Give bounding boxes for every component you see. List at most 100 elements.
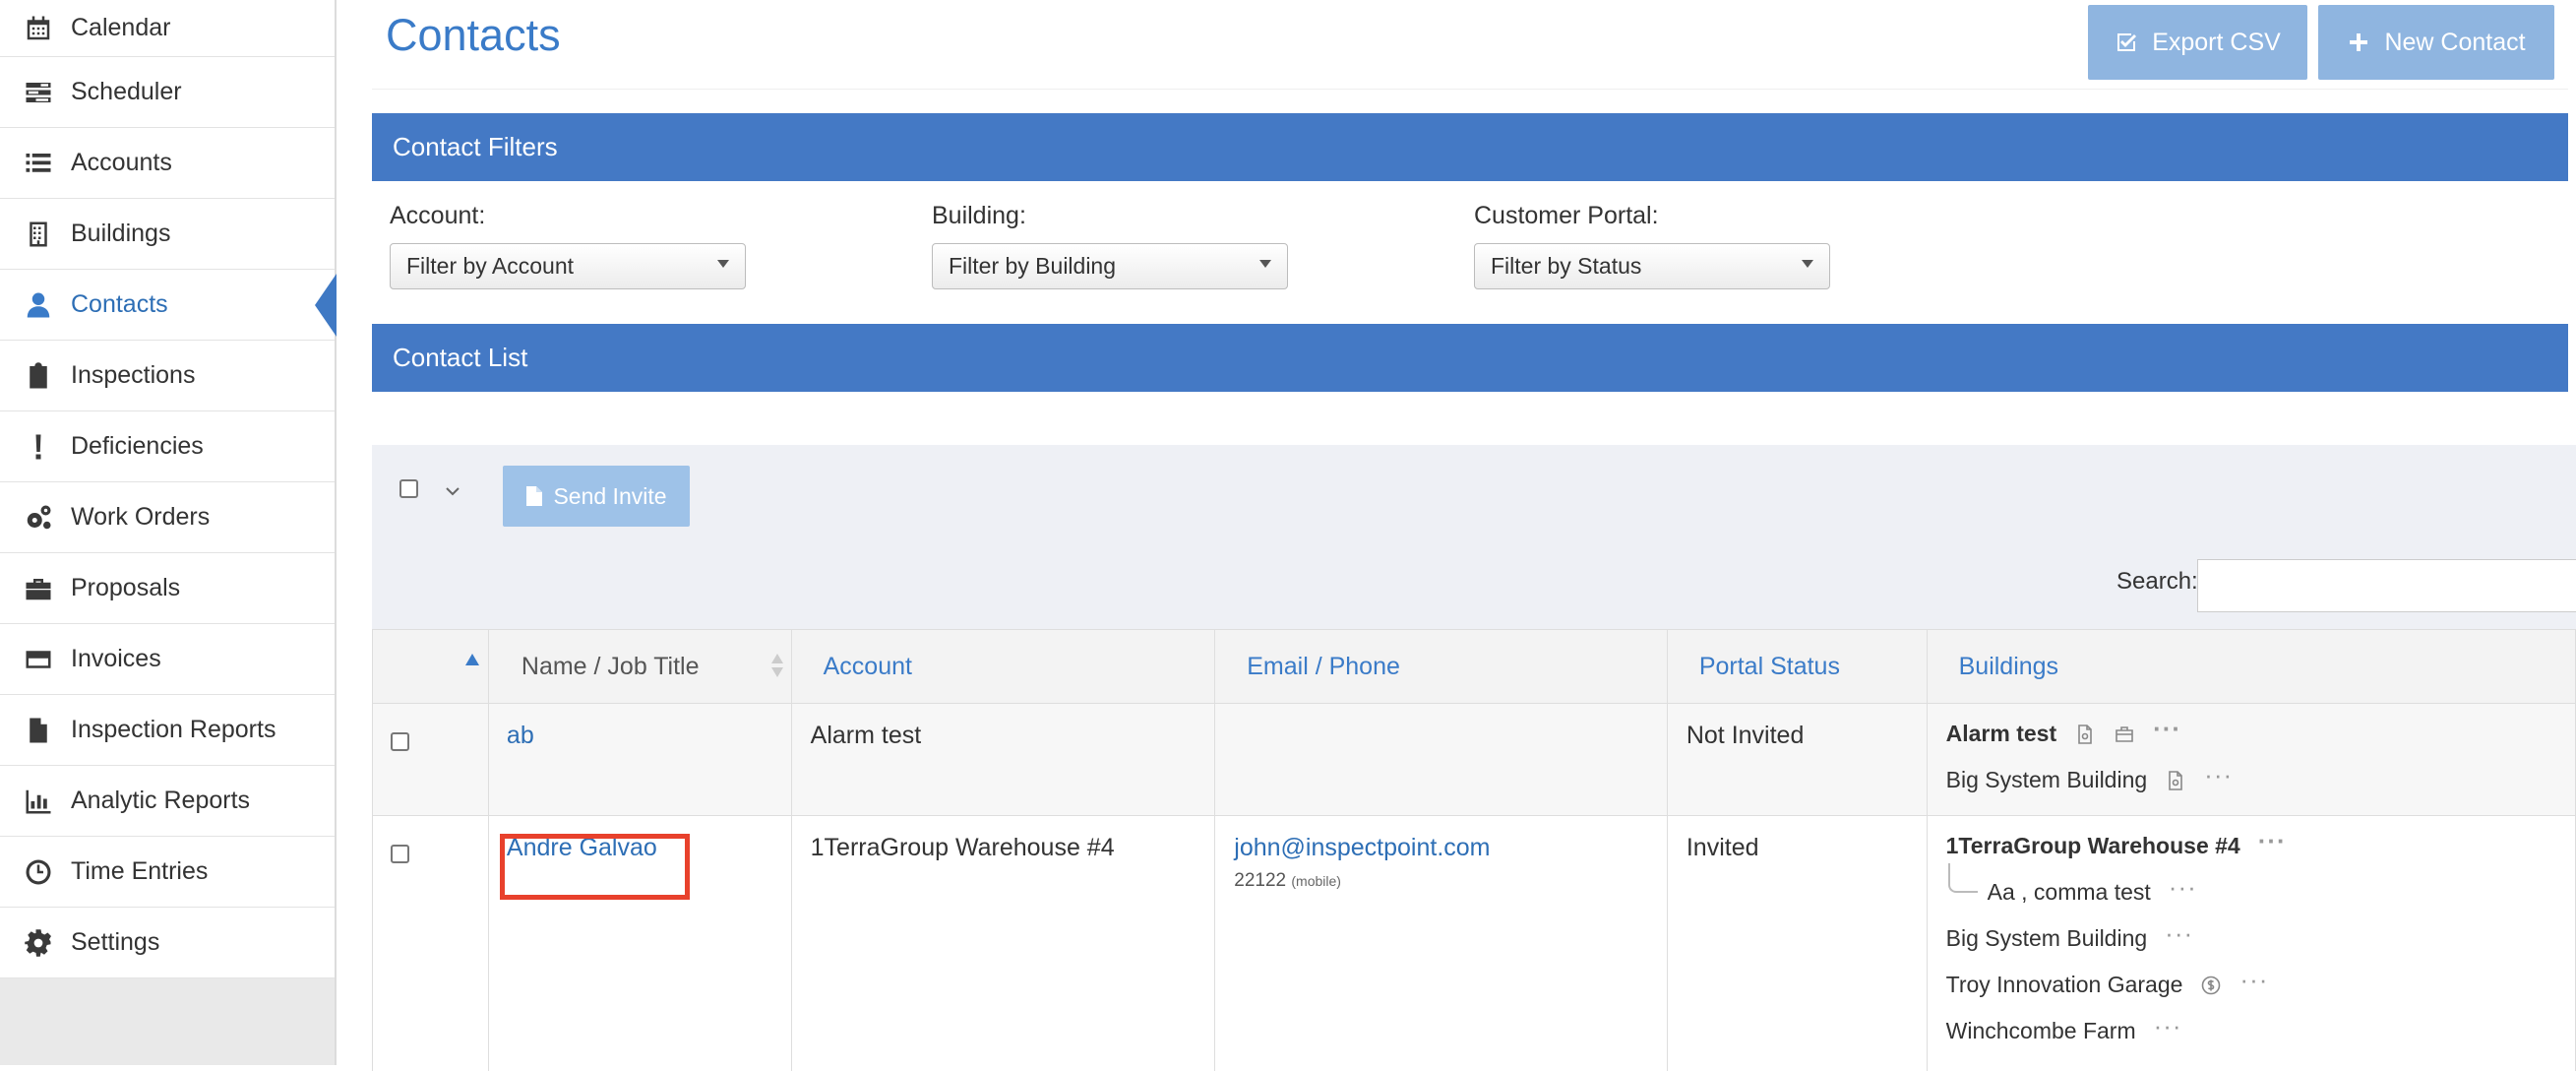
briefcase-icon — [22, 572, 55, 605]
document-icon[interactable] — [2165, 770, 2186, 791]
sidebar-item-label: Scheduler — [71, 78, 182, 105]
sidebar-item-label: Buildings — [71, 220, 171, 247]
sidebar-item-time-entries[interactable]: Time Entries — [0, 837, 335, 908]
more-options-icon[interactable]: ··· — [2154, 1013, 2182, 1039]
sidebar-item-buildings[interactable]: Buildings — [0, 199, 335, 270]
building-name[interactable]: Alarm test — [1946, 721, 2056, 747]
new-contact-button[interactable]: New Contact — [2318, 5, 2554, 80]
sidebar-item-deficiencies[interactable]: Deficiencies — [0, 411, 335, 482]
page-title: Contacts — [386, 10, 561, 60]
document-icon[interactable] — [2074, 724, 2096, 745]
send-invite-label: Send Invite — [553, 482, 667, 509]
sidebar-item-label: Time Entries — [71, 857, 209, 885]
more-options-icon[interactable]: ··· — [2258, 828, 2287, 853]
row-checkbox[interactable] — [391, 732, 409, 751]
portal-filter: Customer Portal: Filter by Status — [1474, 202, 1830, 289]
contact-email-link[interactable]: john@inspectpoint.com — [1234, 834, 1649, 862]
building-entry: Aa , comma test ··· — [1946, 863, 2557, 915]
new-contact-label: New Contact — [2384, 28, 2526, 56]
sidebar-item-label: Contacts — [71, 290, 168, 318]
sidebar-item-calendar[interactable]: Calendar — [0, 0, 335, 57]
contact-phone: 22122 (mobile) — [1234, 870, 1649, 892]
calendar-icon — [22, 12, 55, 45]
search-label: Search: — [2116, 568, 2198, 595]
document-icon — [526, 486, 543, 506]
sidebar-item-scheduler[interactable]: Scheduler — [0, 57, 335, 128]
building-name[interactable]: 1TerraGroup Warehouse #4 — [1946, 833, 2240, 859]
sidebar-item-label: Deficiencies — [71, 432, 204, 460]
building-filter-value: Filter by Building — [949, 253, 1117, 279]
building-name[interactable]: Big System Building — [1946, 767, 2148, 793]
sidebar-item-inspections[interactable]: Inspections — [0, 341, 335, 411]
building-entry: Alarm test ··· — [1946, 711, 2557, 757]
building-icon — [22, 218, 55, 251]
select-column-header[interactable] — [373, 630, 489, 703]
building-name[interactable]: Troy Innovation Garage — [1946, 972, 2183, 998]
title-divider — [372, 89, 2568, 90]
table-row: ab Alarm test Not Invited Alarm test ···… — [373, 703, 2575, 815]
building-filter-label: Building: — [932, 202, 1026, 229]
chevron-down-icon[interactable] — [445, 484, 460, 496]
building-name[interactable]: Big System Building — [1946, 925, 2148, 952]
dollar-icon[interactable] — [2200, 975, 2222, 996]
credit-card-icon — [22, 643, 55, 676]
sidebar-item-analytic-reports[interactable]: Analytic Reports — [0, 766, 335, 837]
sidebar-item-inspection-reports[interactable]: Inspection Reports — [0, 695, 335, 766]
sidebar-item-work-orders[interactable]: Work Orders — [0, 482, 335, 553]
building-entry: Winchcombe Farm ··· — [1946, 1008, 2557, 1054]
column-header-email-phone[interactable]: Email / Phone — [1215, 630, 1668, 703]
more-options-icon[interactable]: ··· — [2204, 762, 2233, 788]
sidebar-item-contacts[interactable]: Contacts — [0, 270, 337, 341]
name-cell: Andre Galvao — [489, 816, 792, 1071]
sidebar-item-invoices[interactable]: Invoices — [0, 624, 335, 695]
briefcase-icon[interactable] — [2114, 724, 2135, 745]
account-cell: 1TerraGroup Warehouse #4 — [792, 816, 1216, 1071]
search-input[interactable] — [2197, 559, 2576, 612]
more-options-icon[interactable]: ··· — [2165, 920, 2193, 946]
sidebar-item-settings[interactable]: Settings — [0, 908, 335, 978]
building-filter-select[interactable]: Filter by Building — [932, 243, 1288, 289]
contact-filters-header: Contact Filters — [372, 113, 2568, 181]
building-name[interactable]: Winchcombe Farm — [1946, 1018, 2136, 1044]
more-options-icon[interactable]: ··· — [2239, 967, 2268, 992]
column-header-buildings[interactable]: Buildings — [1928, 630, 2575, 703]
building-name[interactable]: Aa , comma test — [1988, 879, 2151, 906]
checkbox-icon — [2117, 33, 2137, 51]
select-all-checkbox[interactable] — [399, 479, 418, 498]
gears-icon — [22, 501, 55, 535]
dropdown-arrow-icon — [1259, 260, 1271, 268]
column-header-account[interactable]: Account — [792, 630, 1216, 703]
row-checkbox[interactable] — [391, 845, 409, 863]
send-invite-button[interactable]: Send Invite — [503, 466, 690, 527]
building-entry: Big System Building ··· — [1946, 915, 2557, 962]
sidebar-item-accounts[interactable]: Accounts — [0, 128, 335, 199]
sidebar-item-label: Inspection Reports — [71, 716, 276, 743]
contacts-table: Name / Job Title Account Email / Phone P… — [372, 629, 2576, 1071]
column-header-name[interactable]: Name / Job Title — [489, 630, 792, 703]
name-cell: ab — [489, 704, 792, 815]
contact-name-link[interactable]: ab — [507, 722, 534, 750]
sidebar-nav: Calendar Scheduler Accounts Buildings Co… — [0, 0, 337, 978]
sidebar-item-label: Accounts — [71, 149, 172, 176]
export-csv-label: Export CSV — [2152, 28, 2281, 56]
export-csv-button[interactable]: Export CSV — [2088, 5, 2307, 80]
row-select-cell — [373, 816, 489, 1071]
table-header-row: Name / Job Title Account Email / Phone P… — [373, 629, 2575, 703]
list-icon — [22, 147, 55, 180]
bar-chart-icon — [22, 785, 55, 818]
more-options-icon[interactable]: ··· — [2153, 716, 2181, 741]
building-entry: 1TerraGroup Warehouse #4 ··· — [1946, 823, 2557, 869]
portal-filter-select[interactable]: Filter by Status — [1474, 243, 1830, 289]
exclamation-icon — [22, 430, 55, 464]
sort-icon — [770, 654, 783, 681]
sidebar-item-label: Invoices — [71, 645, 161, 672]
column-header-portal-status[interactable]: Portal Status — [1668, 630, 1928, 703]
sidebar-item-proposals[interactable]: Proposals — [0, 553, 335, 624]
more-options-icon[interactable]: ··· — [2169, 874, 2197, 900]
account-filter-select[interactable]: Filter by Account — [390, 243, 746, 289]
dropdown-arrow-icon — [717, 260, 729, 268]
sidebar-item-label: Calendar — [71, 14, 171, 41]
portal-status-cell: Invited — [1668, 816, 1928, 1071]
buildings-cell: 1TerraGroup Warehouse #4 ··· Aa , comma … — [1928, 816, 2575, 1071]
account-filter-label: Account: — [390, 202, 486, 229]
